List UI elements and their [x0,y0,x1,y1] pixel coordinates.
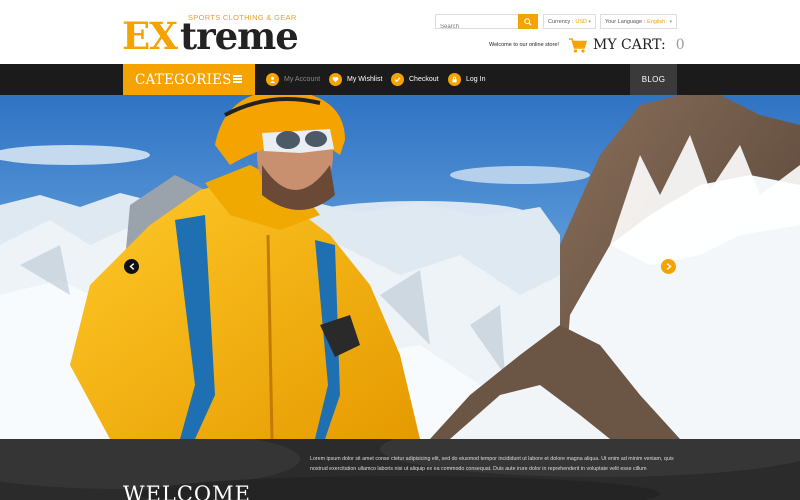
chevron-right-icon [666,263,672,270]
cart-count: 0 [675,37,685,53]
nav-link-label: Log In [466,76,486,83]
chevron-down-icon: ▾ [669,19,672,25]
cart-label: MY CART: [593,37,666,53]
nav-link-log-in[interactable]: Log In [448,72,485,87]
nav-link-my-account[interactable]: My Account [266,72,320,87]
search-icon [524,17,532,26]
blog-link[interactable]: BLOG [630,64,677,95]
checkmark-icon [391,73,404,86]
language-select[interactable]: Your Language : English ▾ [600,14,677,29]
hero-slider [0,95,800,439]
logo-accent-text: EX [122,14,178,58]
chevron-left-icon [128,263,134,270]
shopping-cart-icon [569,37,587,53]
nav-link-label: Checkout [409,76,439,83]
language-value: English [647,18,666,25]
logo-tagline: SPORTS CLOTHING & GEAR [188,13,297,22]
site-logo[interactable]: EX treme SPORTS CLOTHING & GEAR [122,12,299,58]
categories-button[interactable]: CATEGORIES [123,64,255,95]
user-icon [266,73,279,86]
welcome-text: Lorem ipsum dolor sit amet conse ctetur … [310,456,674,472]
lock-icon [448,73,461,86]
slider-prev-button[interactable] [124,259,139,274]
slider-next-button[interactable] [661,259,676,274]
main-nav: CATEGORIES My Account My Wishlist Checko… [0,64,800,95]
search-button[interactable] [518,14,538,29]
chevron-down-icon: ▾ [588,19,591,25]
welcome-message: Welcome to our online store! [489,42,559,48]
welcome-section: WELCOME Lorem ipsum dolor sit amet conse… [0,439,800,500]
currency-value: USD [575,18,587,25]
search-box [435,14,538,34]
heart-icon [329,73,342,86]
nav-link-my-wishlist[interactable]: My Wishlist [329,72,382,87]
nav-link-checkout[interactable]: Checkout [391,72,439,87]
site-header: EX treme SPORTS CLOTHING & GEAR Currency… [0,0,800,64]
logo-main-text: treme [180,14,299,58]
welcome-title: WELCOME [123,482,251,500]
hero-image [0,95,800,439]
categories-label: CATEGORIES [135,71,232,88]
cart-link[interactable]: MY CART: 0 [569,36,685,54]
currency-label: Currency : [548,18,574,25]
nav-link-label: My Wishlist [347,76,383,83]
currency-select[interactable]: Currency : USD ▾ [543,14,596,29]
search-input[interactable] [436,20,518,34]
nav-link-label: My Account [284,76,321,83]
language-label: Your Language : [605,18,646,25]
hamburger-menu-icon [233,75,242,83]
